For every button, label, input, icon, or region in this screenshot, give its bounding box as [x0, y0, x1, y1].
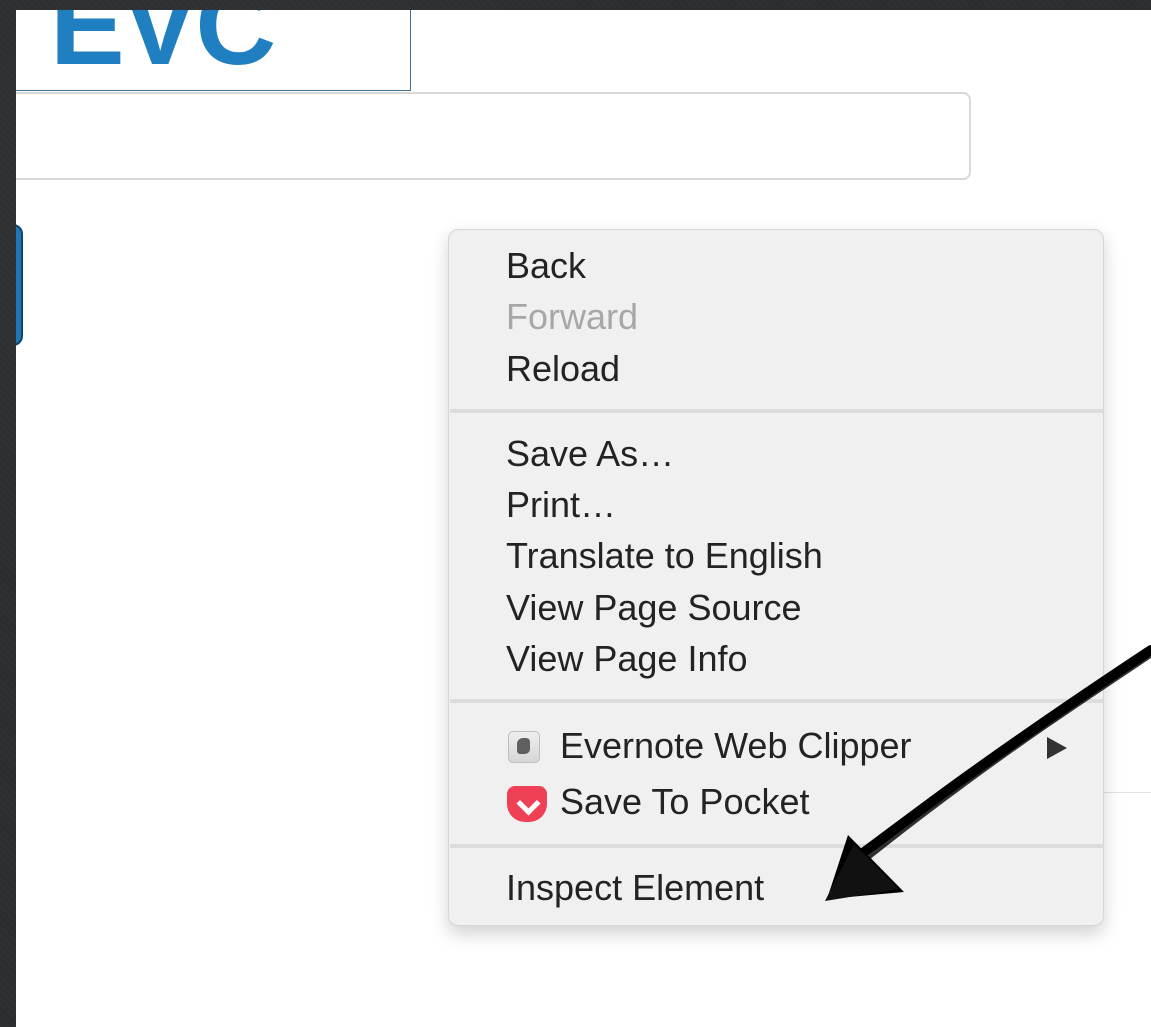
submenu-arrow-icon: [1047, 737, 1067, 759]
site-logo-box: EVC: [16, 10, 411, 91]
browser-context-menu: Back Forward Reload Save As… Print… Tran…: [448, 229, 1104, 926]
menu-separator: [450, 844, 1104, 848]
site-logo-text: EVC: [50, 10, 276, 88]
pocket-icon: [507, 786, 547, 822]
menu-item-forward: Forward: [506, 296, 639, 337]
menu-separator: [450, 409, 1104, 413]
menu-item-translate[interactable]: Translate to English: [506, 536, 823, 576]
search-input[interactable]: [16, 92, 971, 180]
menu-item-evernote-web-clipper[interactable]: Evernote Web Clipper: [560, 726, 912, 766]
evernote-icon: [508, 731, 540, 763]
menu-item-save-as[interactable]: Save As…: [506, 434, 674, 474]
menu-item-print[interactable]: Print…: [506, 485, 616, 525]
menu-item-save-to-pocket[interactable]: Save To Pocket: [560, 782, 810, 822]
menu-separator: [450, 699, 1104, 703]
menu-item-view-page-source[interactable]: View Page Source: [506, 588, 802, 628]
menu-item-inspect-element[interactable]: Inspect Element: [506, 868, 764, 908]
page-divider: [1104, 792, 1151, 793]
menu-item-back[interactable]: Back: [506, 246, 586, 286]
partial-blue-button[interactable]: [16, 224, 23, 346]
menu-item-view-page-info[interactable]: View Page Info: [506, 639, 748, 679]
menu-item-reload[interactable]: Reload: [506, 349, 620, 389]
